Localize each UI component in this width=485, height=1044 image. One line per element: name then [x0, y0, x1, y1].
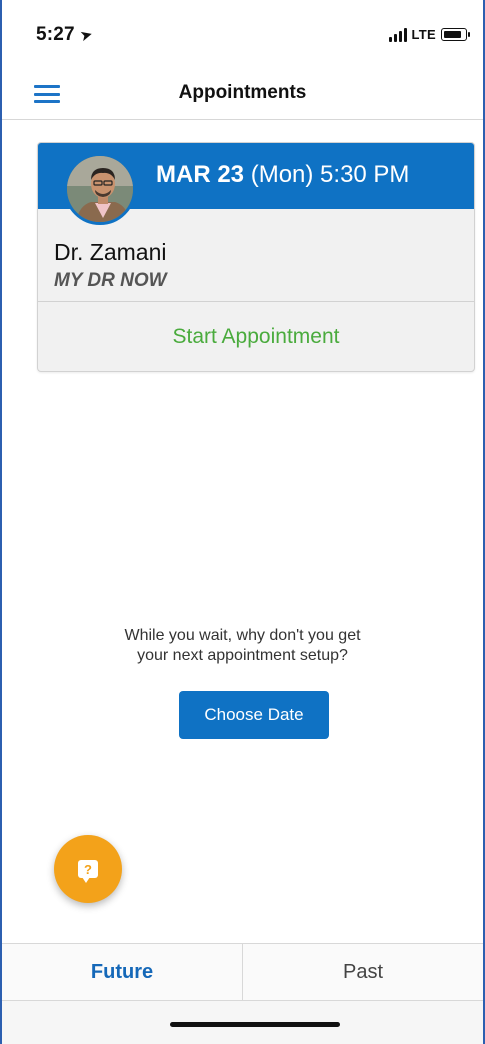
- home-indicator[interactable]: [170, 1022, 340, 1027]
- doctor-photo-icon: [67, 156, 133, 222]
- battery-icon: [441, 28, 470, 41]
- status-bar: 5:27 ➤ LTE: [2, 0, 483, 70]
- start-appointment-button[interactable]: Start Appointment: [38, 302, 474, 371]
- appointment-card: MAR 23 (Mon) 5:30 PM Dr. Zamani MY DR NO…: [37, 142, 475, 372]
- signal-bars-icon: [388, 27, 407, 42]
- doctor-name: Dr. Zamani: [54, 239, 167, 265]
- appointment-date: MAR 23: [156, 161, 245, 188]
- tab-future[interactable]: Future: [2, 944, 242, 1000]
- app-screen: 5:27 ➤ LTE Appointments MAR 23 (Mon) 5:30…: [0, 0, 485, 1044]
- status-time: 5:27 ➤: [36, 24, 95, 46]
- tab-past[interactable]: Past: [242, 944, 483, 1000]
- prompt-line-2: your next appointment setup?: [137, 647, 348, 664]
- tab-bar: Future Past: [2, 943, 483, 1001]
- practice-name: MY DR NOW: [54, 270, 167, 291]
- appointment-datetime: MAR 23 (Mon) 5:30 PM: [156, 161, 409, 189]
- help-chat-icon: ?: [78, 860, 98, 883]
- appointment-time: 5:30 PM: [320, 161, 410, 188]
- network-type: LTE: [411, 27, 436, 42]
- status-indicators: LTE: [388, 27, 470, 42]
- doctor-avatar: [64, 153, 136, 225]
- choose-date-button[interactable]: Choose Date: [179, 691, 329, 739]
- help-glyph: ?: [84, 861, 92, 877]
- status-time-text: 5:27: [36, 24, 75, 45]
- prompt-line-1: While you wait, why don't you get: [124, 627, 361, 644]
- location-arrow-icon: ➤: [77, 25, 95, 46]
- appointment-day: (Mon): [250, 161, 314, 188]
- nav-bar: Appointments: [2, 70, 483, 120]
- next-appointment-prompt: While you wait, why don't you get your n…: [2, 626, 483, 666]
- home-bar: [2, 1001, 483, 1044]
- help-button[interactable]: ?: [54, 835, 122, 903]
- page-title: Appointments: [178, 82, 307, 103]
